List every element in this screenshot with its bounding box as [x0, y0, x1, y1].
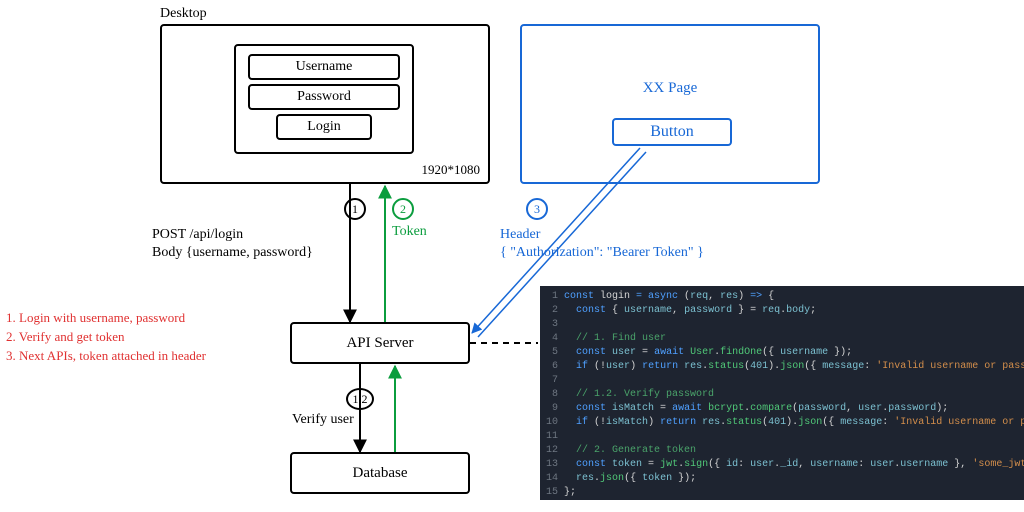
username-field[interactable]: Username: [248, 54, 400, 80]
step3-text: Header { "Authorization": "Bearer Token"…: [500, 226, 704, 262]
step1-line1: POST /api/login: [152, 226, 313, 244]
diagram-root: Desktop Username Password Login 1920*108…: [0, 0, 1024, 512]
xx-page-title: XX Page: [522, 80, 818, 97]
step12-label: Verify user: [292, 412, 354, 428]
login-button[interactable]: Login: [276, 114, 372, 140]
database-node: Database: [290, 452, 470, 494]
step2-badge: 2: [392, 198, 414, 220]
step3-line1: Header: [500, 226, 704, 244]
login-form: Username Password Login: [234, 44, 414, 154]
api-server-node: API Server: [290, 322, 470, 364]
step1-text: POST /api/login Body {username, password…: [152, 226, 313, 262]
step1-line2: Body {username, password}: [152, 244, 313, 262]
desktop-window: Username Password Login 1920*1080: [160, 24, 490, 184]
step12-badge: 1.2: [346, 388, 374, 410]
legend-l3: 3. Next APIs, token attached in header: [6, 346, 206, 365]
desktop-label: Desktop: [160, 6, 207, 22]
legend: 1. Login with username, password 2. Veri…: [6, 308, 206, 365]
xx-page-button[interactable]: Button: [612, 118, 732, 146]
xx-page-window: XX Page Button: [520, 24, 820, 184]
step2-label: Token: [392, 224, 427, 240]
legend-l2: 2. Verify and get token: [6, 327, 206, 346]
step1-badge: 1: [344, 198, 366, 220]
resolution-label: 1920*1080: [422, 162, 481, 178]
code-snippet: 1const login = async (req, res) => {2 co…: [540, 286, 1024, 500]
legend-l1: 1. Login with username, password: [6, 308, 206, 327]
password-field[interactable]: Password: [248, 84, 400, 110]
step3-line2: { "Authorization": "Bearer Token" }: [500, 244, 704, 262]
step3-badge: 3: [526, 198, 548, 220]
